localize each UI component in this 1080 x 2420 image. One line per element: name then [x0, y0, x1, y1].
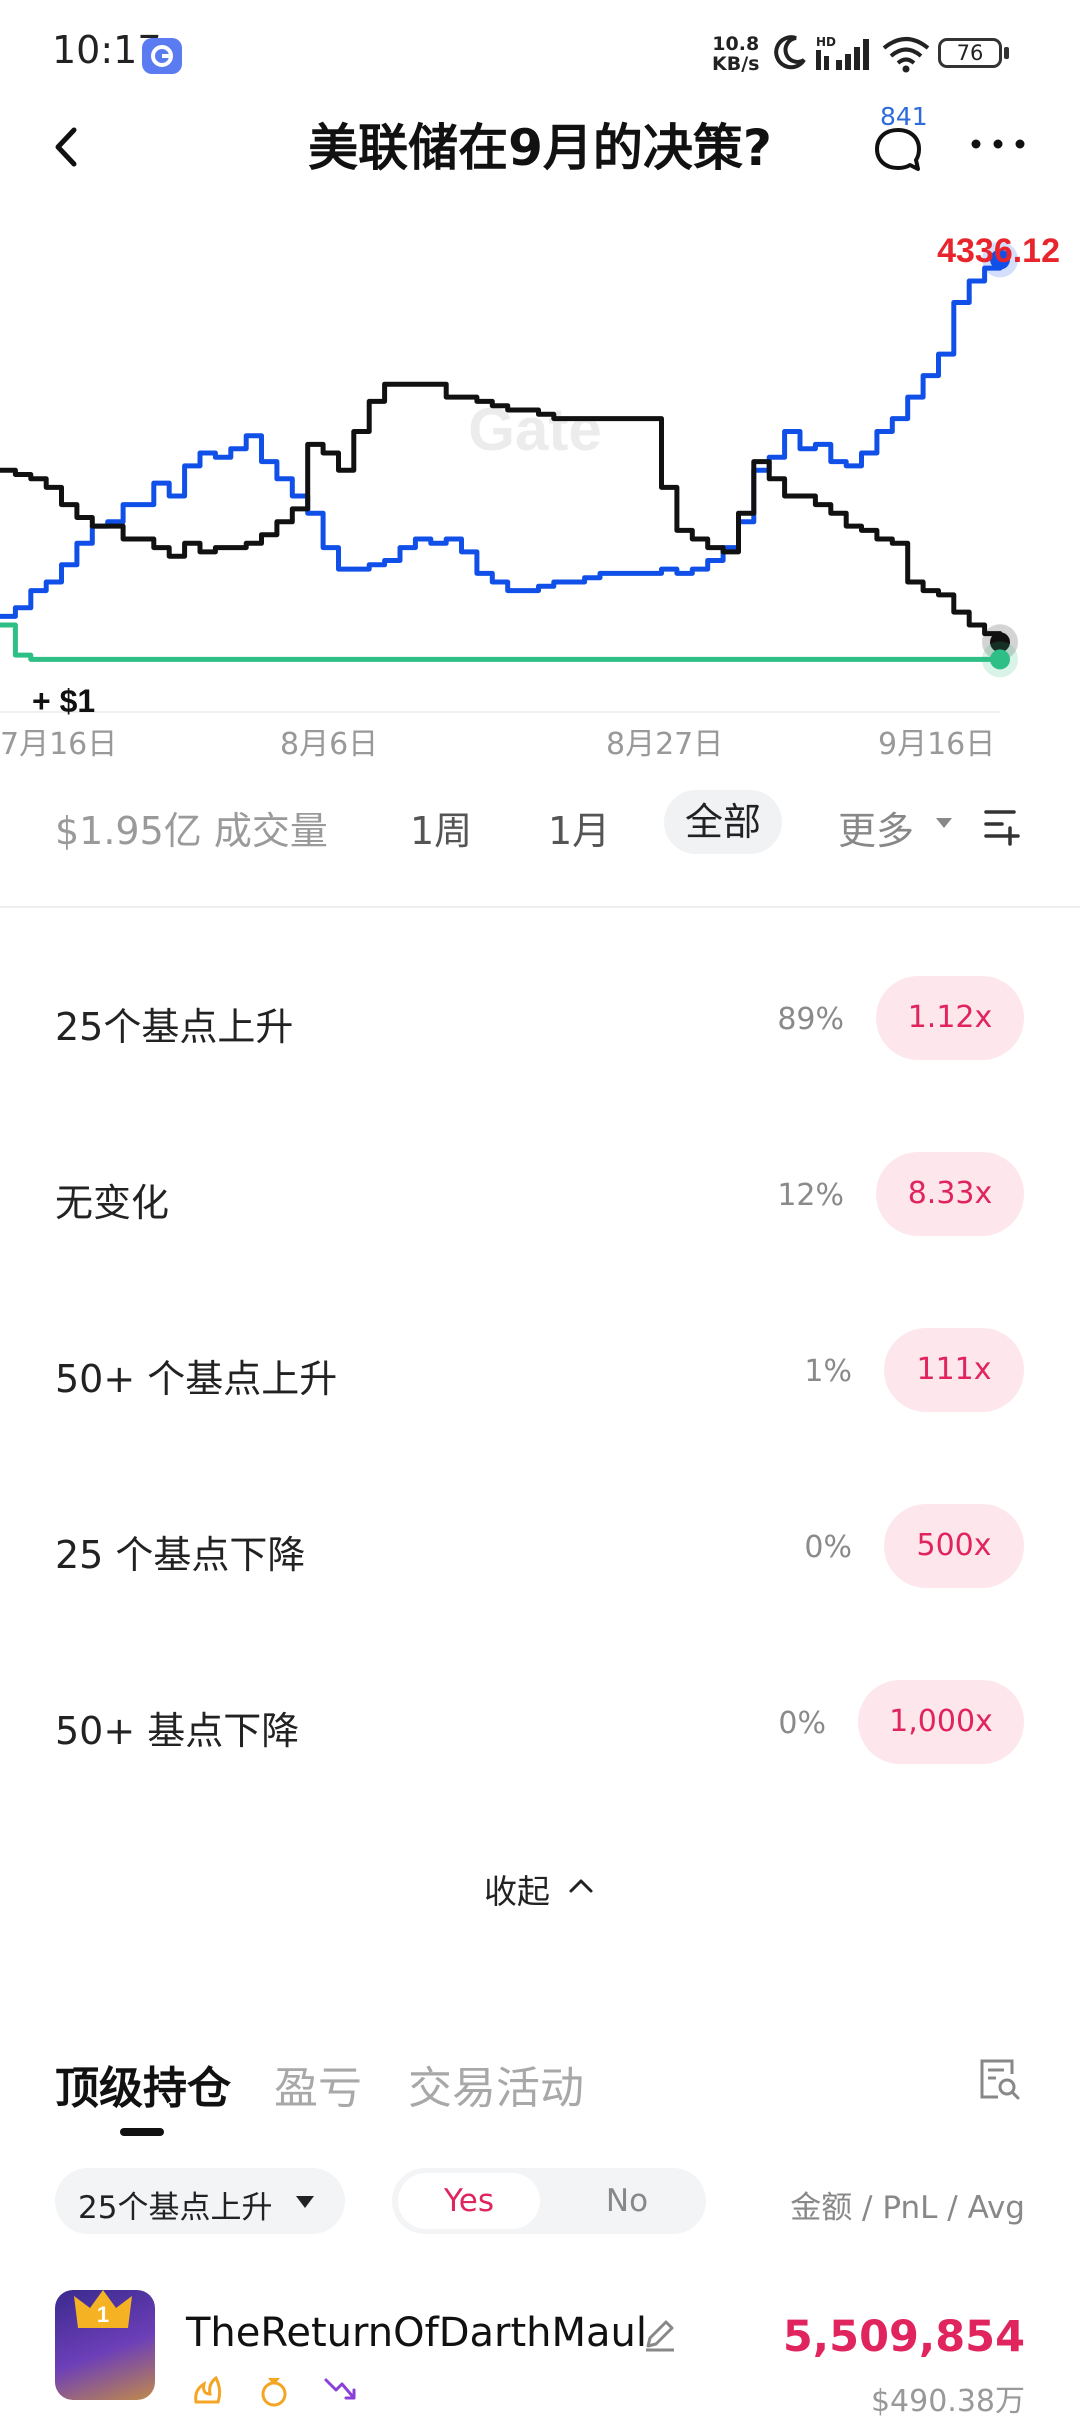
tab-top-holdings[interactable]: 顶级持仓	[55, 2052, 231, 2116]
edit-icon[interactable]	[640, 2314, 680, 2358]
outcome-select-label: 25个基点上升	[78, 2190, 273, 2226]
outcome-label-2: 无变化	[55, 1181, 170, 1225]
amount-label: + $1	[32, 683, 95, 719]
volume-label: $1.95亿 成交量	[55, 809, 328, 853]
battery-icon: 76	[938, 38, 1002, 68]
caret-down-icon	[296, 2196, 314, 2208]
holder-sub-value: $490.38万	[870, 2384, 1025, 2419]
search-records-button[interactable]	[976, 2056, 1022, 2106]
chevron-left-icon	[55, 127, 77, 167]
outcome-pct-3: 1%	[804, 1354, 852, 1389]
net-speed: 10.8 KB/s	[712, 34, 759, 74]
outcome-label-5: 50+ 基点下降	[55, 1709, 300, 1753]
list-add-icon	[984, 810, 1020, 846]
badge-moneybag-icon	[256, 2372, 292, 2408]
outcome-pct-5: 0%	[778, 1706, 826, 1741]
outcome-mult-button-3[interactable]: 111x	[884, 1328, 1024, 1412]
badge-trend-down-icon	[322, 2372, 358, 2408]
series-end-point-3	[990, 649, 1010, 670]
chart-watermark: Gate	[468, 396, 601, 463]
rank-number: 1	[97, 2302, 109, 2327]
outcome-mult-button-1[interactable]: 1.12x	[876, 976, 1024, 1060]
moon-icon	[770, 32, 810, 76]
outcome-pct-2: 12%	[777, 1178, 844, 1213]
signal-hd-label: HD	[816, 35, 836, 49]
ellipsis-icon	[971, 139, 1025, 149]
net-speed-unit: KB/s	[712, 53, 760, 75]
tab-trade-activity[interactable]: 交易活动	[408, 2052, 584, 2116]
more-options-button[interactable]	[968, 124, 1028, 168]
x-tick-label-1: 7月16日	[0, 727, 117, 760]
outcome-label-3: 50+ 个基点上升	[55, 1357, 338, 1401]
outcome-mult-button-2[interactable]: 8.33x	[876, 1152, 1024, 1236]
battery-tip	[1004, 47, 1009, 59]
x-tick-label-2: 8月6日	[280, 727, 378, 760]
outcome-mult-button-5[interactable]: 1,000x	[858, 1680, 1024, 1764]
caret-down-icon	[936, 818, 952, 828]
x-tick-label-4: 9月16日	[878, 727, 995, 760]
status-bar: 10:17 10.8 KB/s HD 76	[0, 0, 1080, 100]
holder-name[interactable]: TheReturnOfDarthMaul	[186, 2310, 647, 2356]
page-title: 美联储在9月的决策?	[308, 119, 772, 177]
range-all[interactable]: 全部	[664, 790, 782, 854]
net-speed-value: 10.8	[712, 33, 760, 55]
tab-active-indicator	[120, 2128, 164, 2136]
series-line-3	[0, 622, 1000, 662]
comment-bubble-icon	[875, 128, 921, 171]
no-toggle-button[interactable]: No	[556, 2173, 698, 2229]
back-button[interactable]	[44, 112, 94, 182]
price-label: 4336.12	[937, 232, 1060, 270]
chart-svg: Gate 4336.12 + $1 7月16日 8月6日 8月27日 9月16日	[0, 232, 1060, 760]
probability-chart: Gate 4336.12 + $1 7月16日 8月6日 8月27日 9月16日	[0, 200, 1080, 760]
x-tick-label-3: 8月27日	[606, 727, 723, 760]
x-tick-layer: 7月16日 8月6日 8月27日 9月16日	[0, 727, 995, 760]
wifi-icon	[880, 34, 932, 78]
outcome-label-1: 25个基点上升	[55, 1005, 294, 1049]
holder-amount: 5,509,854	[782, 2312, 1025, 2362]
column-headers: 金额 / PnL / Avg	[790, 2190, 1025, 2226]
document-search-icon	[980, 2059, 1020, 2100]
comment-button[interactable]	[870, 122, 926, 182]
outcome-mult-button-4[interactable]: 500x	[884, 1504, 1024, 1588]
section-divider	[0, 906, 1080, 908]
outcome-pct-1: 89%	[777, 1002, 844, 1037]
range-1-month[interactable]: 1月	[548, 800, 610, 855]
yes-toggle-button[interactable]: Yes	[398, 2173, 540, 2229]
app-notification-icon	[142, 38, 182, 74]
outcome-label-4: 25 个基点下降	[55, 1533, 306, 1577]
rank-crown-icon: 1	[72, 2288, 134, 2332]
outcome-pct-4: 0%	[804, 1530, 852, 1565]
tab-pnl[interactable]: 盈亏	[274, 2052, 362, 2116]
collapse-button[interactable]: 收起	[484, 1865, 550, 1913]
chevron-up-icon	[568, 1876, 594, 1900]
add-to-list-button[interactable]	[980, 802, 1026, 852]
range-1-week[interactable]: 1周	[410, 800, 472, 855]
range-more[interactable]: 更多	[838, 800, 914, 855]
badge-fire-icon	[190, 2372, 226, 2408]
signal-icon: HD	[816, 34, 872, 78]
